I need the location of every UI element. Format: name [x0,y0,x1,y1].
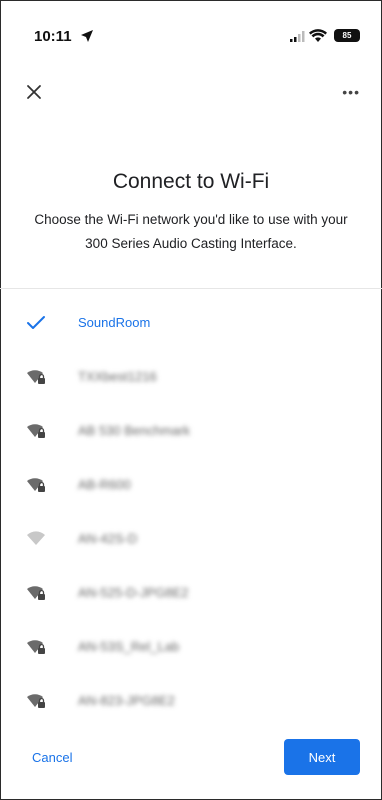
page-subtitle: Choose the Wi-Fi network you'd like to u… [34,212,348,251]
wifi-locked-icon [27,694,45,708]
network-item[interactable]: AB-R600 [0,458,382,512]
network-item[interactable]: AN-53S_Rel_Lab [0,620,382,674]
wifi-status-icon [309,29,327,42]
status-bar: 10:11 85 [0,0,382,50]
status-time: 10:11 [34,28,72,45]
battery-icon: 85 [334,29,360,42]
wifi-locked-icon [27,478,45,492]
check-icon [27,316,45,329]
network-name: TXXbest1216 [78,369,157,384]
network-item[interactable]: AN-525-D-JPG8E2 [0,566,382,620]
cancel-button[interactable]: Cancel [32,750,72,765]
divider [0,288,382,289]
page-title: Connect to Wi-Fi [112,170,270,193]
network-name: SoundRoom [78,315,151,330]
more-options-icon[interactable]: ••• [342,84,360,100]
wifi-locked-icon [27,370,45,384]
wifi-locked-icon [27,424,45,438]
close-icon[interactable] [24,82,44,102]
wifi-locked-icon [27,586,45,600]
cellular-signal-icon [290,31,305,42]
network-item[interactable]: AB 530 Benchmark [0,404,382,458]
network-name: AB-R600 [78,477,131,492]
network-name: AN-53S_Rel_Lab [78,639,180,654]
network-item[interactable]: AN-42S-D [0,512,382,566]
network-item-selected[interactable]: SoundRoom [0,296,382,350]
wifi-icon [27,531,45,545]
network-name: AN-525-D-JPG8E2 [78,585,189,600]
network-item[interactable]: AN-823-JPG8E2 [0,674,382,728]
wifi-locked-icon [27,640,45,654]
network-name: AN-42S-D [78,531,138,546]
network-item[interactable]: TXXbest1216 [0,350,382,404]
network-name: AN-823-JPG8E2 [78,693,175,708]
next-button[interactable]: Next [284,739,360,775]
network-name: AB 530 Benchmark [78,423,191,438]
location-arrow-icon [81,30,93,42]
